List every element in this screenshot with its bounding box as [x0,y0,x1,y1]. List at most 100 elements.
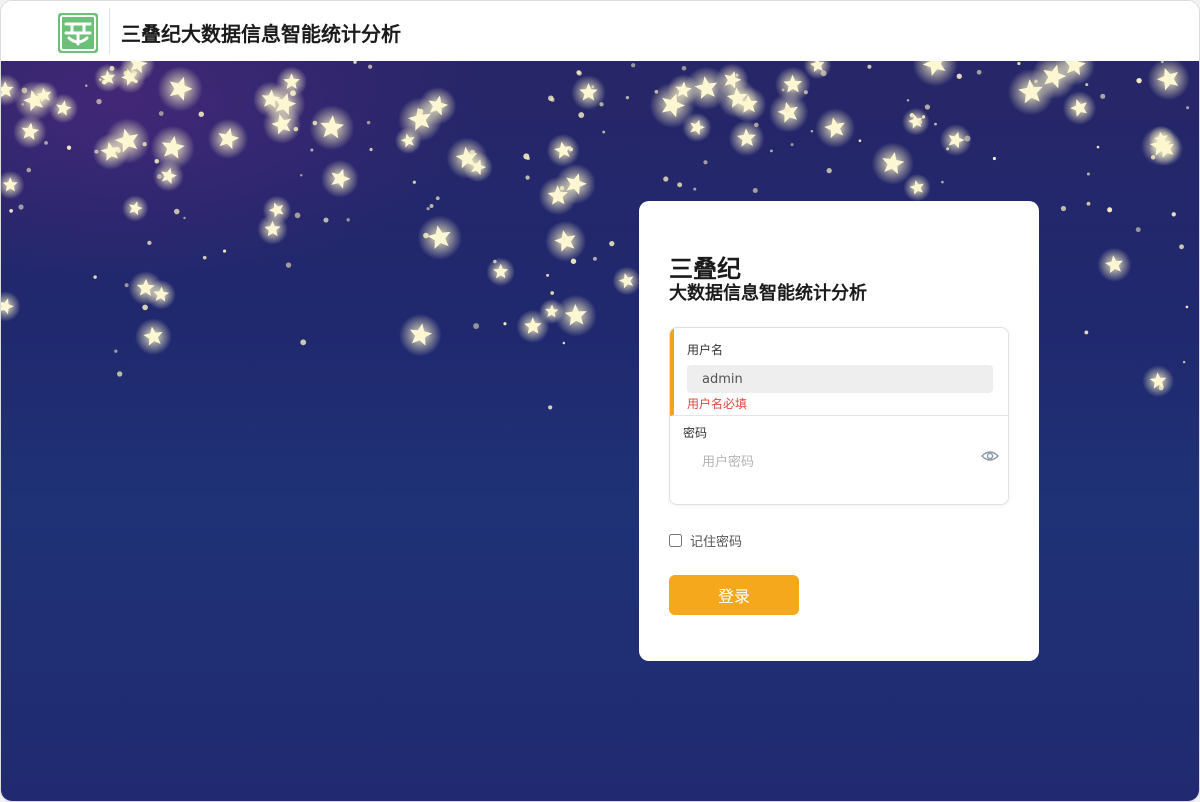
star [1062,91,1097,125]
login-title: 三叠纪 [669,255,741,283]
star [1,291,21,322]
star [1007,68,1055,116]
star [300,173,303,177]
star [117,371,123,377]
star [93,275,97,279]
remember-password[interactable]: 记住密码 [669,531,743,550]
star [924,104,931,110]
star [1185,305,1189,309]
star [568,147,573,152]
star [309,105,355,151]
star [150,125,195,170]
star [142,304,148,311]
star [820,70,827,77]
star [631,63,636,68]
star [320,159,359,198]
star [312,120,318,126]
star [222,249,227,253]
remember-label: 记住密码 [690,534,743,550]
star [1171,212,1176,217]
star [774,66,811,103]
star [682,112,712,143]
sandiejia-logo-icon [58,13,98,53]
star [562,341,566,345]
star [173,208,180,215]
star [1097,247,1132,282]
star [1085,83,1089,87]
star [418,86,457,125]
star [602,130,606,134]
star [592,256,597,261]
star [752,187,758,194]
star [1086,201,1091,206]
star [1096,145,1100,149]
star [1147,61,1190,101]
star [44,141,48,145]
star [992,156,997,161]
star [735,73,739,77]
star [417,215,463,260]
star [612,266,642,296]
star [300,339,307,346]
star [310,148,314,152]
password-label: 密码 [683,426,708,440]
star [399,313,442,357]
username-label: 用户名 [687,343,724,357]
star [591,85,595,89]
star [426,207,430,211]
star [366,120,371,125]
username-input[interactable] [687,365,993,393]
star [104,118,151,164]
header-divider [109,8,110,54]
star [30,81,59,110]
username-error: 用户名必填 [687,397,748,411]
eye-icon[interactable] [981,449,999,463]
star [550,291,555,295]
star [469,149,476,156]
star [599,102,604,107]
star [198,111,204,117]
star [956,73,962,79]
star [135,318,172,356]
star [114,349,118,353]
star [871,142,914,185]
star [548,405,553,410]
star [1136,77,1142,84]
star [1,170,25,200]
star [1017,61,1021,66]
star [183,216,186,220]
star [294,212,301,219]
app-window: 三叠纪大数据信息智能统计分析 三叠纪 大数据信息智能统计分析 用户名 用户名必填 [0,0,1200,802]
star [934,122,937,126]
star [429,204,434,208]
star [941,180,944,184]
star [917,119,923,125]
star [570,258,577,264]
star [546,273,550,277]
star [526,156,530,161]
login-fields: 用户名 用户名必填 密码 [669,327,1009,505]
star [728,120,765,157]
star [435,196,440,201]
star [545,220,587,262]
star [1186,106,1190,110]
star [976,69,982,75]
star [18,204,24,210]
password-input[interactable] [687,448,967,476]
star [717,78,758,119]
star [815,108,856,148]
login-button[interactable]: 登录 [669,575,799,615]
star [654,89,659,94]
star [85,84,88,87]
star [826,167,832,174]
star [858,139,862,143]
star [369,147,373,152]
star [121,195,149,222]
star [158,111,164,116]
star [66,145,72,150]
star [901,107,930,136]
remember-checkbox[interactable] [669,533,682,547]
login-subtitle: 大数据信息智能统计分析 [669,283,867,304]
star [412,180,416,184]
star [202,255,207,260]
